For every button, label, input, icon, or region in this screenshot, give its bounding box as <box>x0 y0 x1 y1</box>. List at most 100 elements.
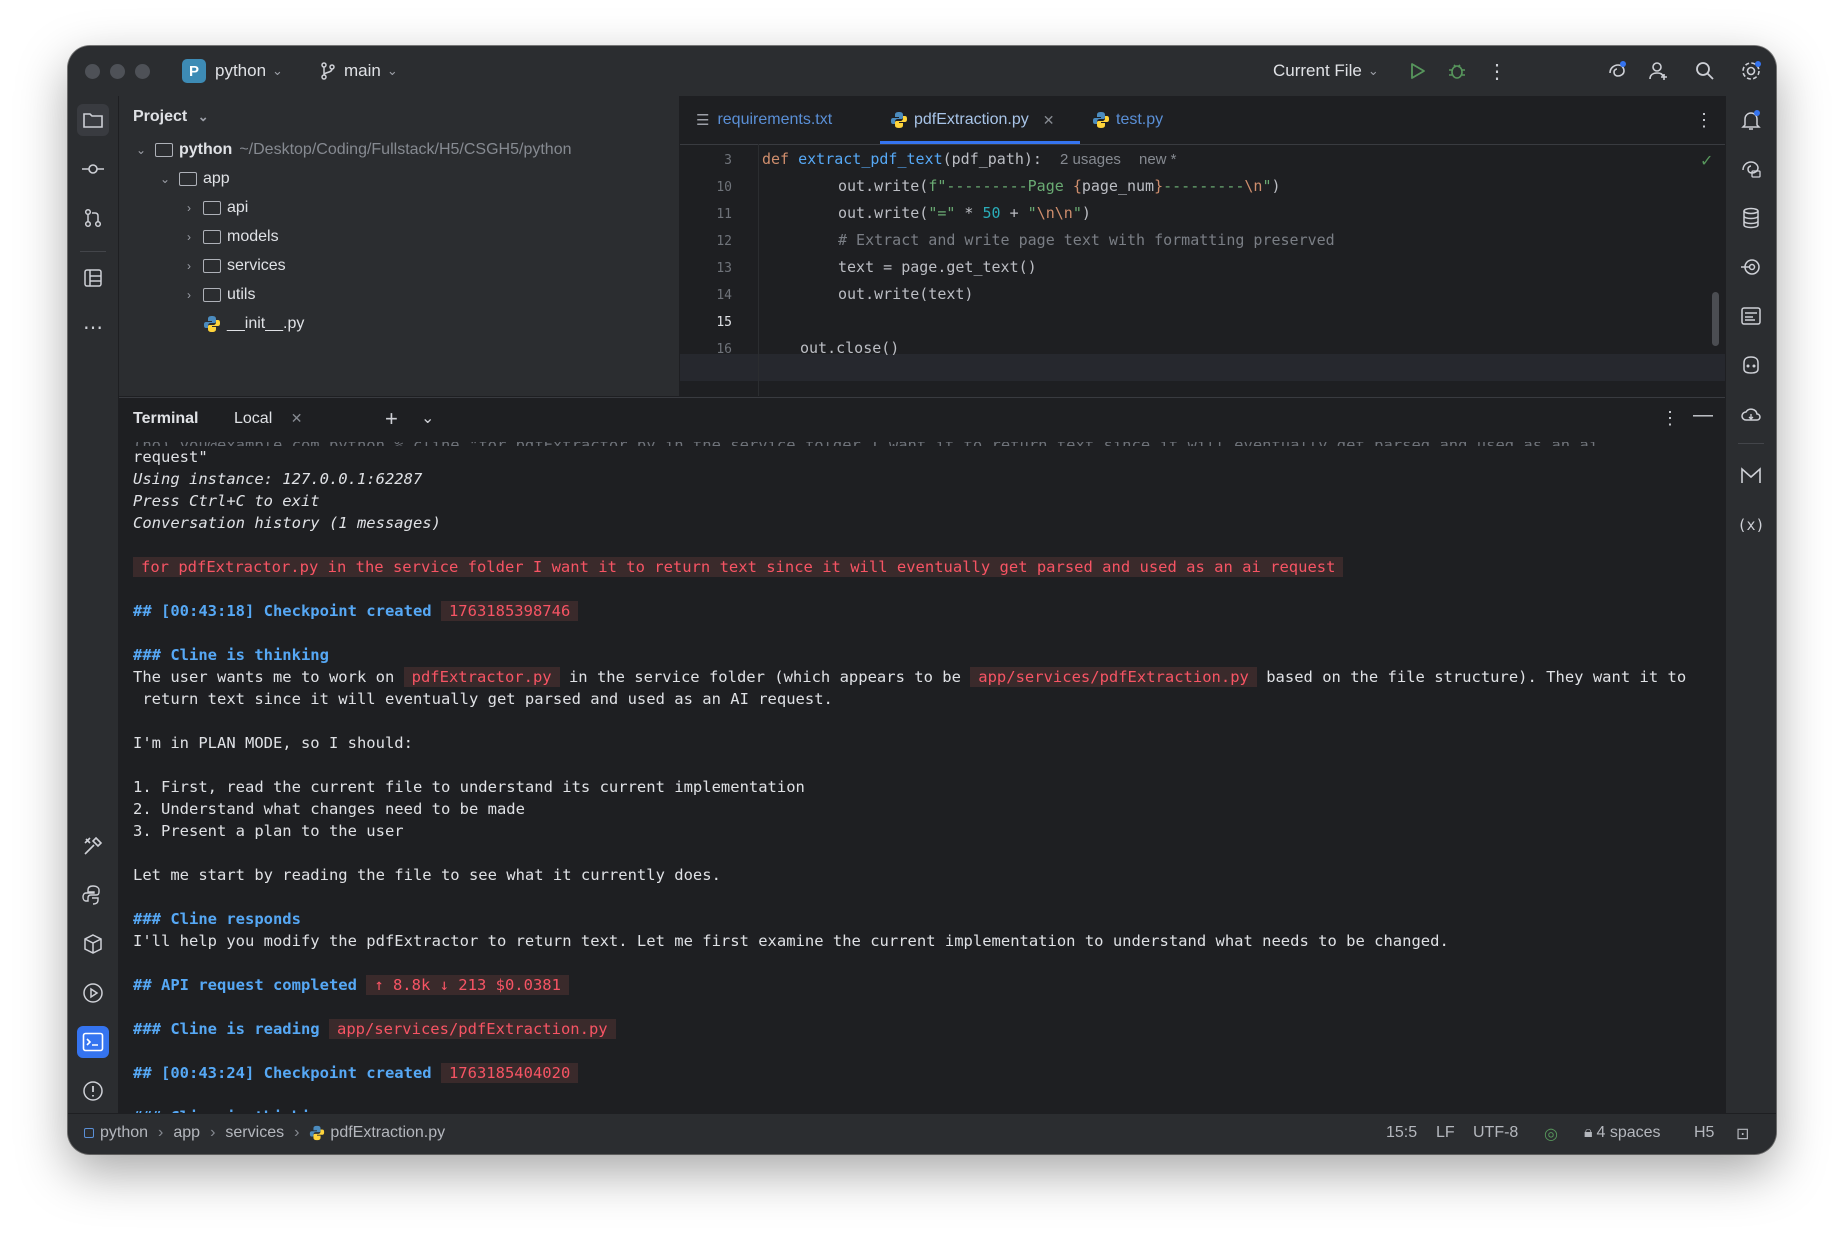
commit-tool-button[interactable] <box>77 153 109 185</box>
code-line-14[interactable]: out.write(text) <box>838 285 973 303</box>
search-icon[interactable] <box>1692 58 1718 84</box>
close-tab-icon[interactable]: ✕ <box>1043 112 1055 129</box>
breadcrumb-item[interactable]: pdfExtraction.py <box>330 1124 445 1142</box>
tab-requirements[interactable]: ☰ requirements.txt <box>696 96 832 144</box>
endpoints-button[interactable] <box>1735 251 1767 283</box>
project-panel-header[interactable]: Project ⌄ <box>133 108 209 126</box>
unlock-icon[interactable]: ⊡ <box>1736 1124 1749 1144</box>
tree-item-app[interactable]: ⌄ app <box>157 166 230 192</box>
folder-icon <box>203 288 221 302</box>
chevron-down-icon[interactable]: ⌄ <box>421 408 434 428</box>
clipped-line: (no) you@example.com python % cline "for… <box>133 442 1713 446</box>
tree-item-init[interactable]: __init__.py <box>203 311 304 337</box>
line-number: 3 <box>724 153 732 168</box>
tab-pdf-extraction[interactable]: pdfExtraction.py ✕ <box>890 96 1054 144</box>
sticky-def-line[interactable]: def extract_pdf_text(pdf_path): 2 usages… <box>762 150 1177 168</box>
project-badge: P <box>182 59 206 83</box>
variables-button[interactable]: (x) <box>1735 509 1767 541</box>
services-tool-button[interactable] <box>77 830 109 862</box>
editor-scrollbar[interactable] <box>1712 292 1719 346</box>
reading-line: ### Cline is reading app/services/pdfExt… <box>133 1018 616 1040</box>
copilot-button[interactable] <box>1735 349 1767 381</box>
project-tool-button[interactable] <box>77 104 109 136</box>
interpreter-label[interactable]: H5 <box>1694 1124 1714 1142</box>
ai-chat-button[interactable] <box>1735 153 1767 185</box>
status-bar: python › app › services › pdfExtraction.… <box>68 1113 1776 1154</box>
sciview-button[interactable] <box>1735 300 1767 332</box>
python-console-button[interactable] <box>77 879 109 911</box>
python-file-icon <box>1093 112 1109 128</box>
run-tool-button[interactable] <box>77 977 109 1009</box>
line-number: 11 <box>716 207 732 222</box>
tree-root[interactable]: ⌄ python ~/Desktop/Coding/Fullstack/H5/C… <box>133 137 572 163</box>
tab-options-icon[interactable]: ⋮ <box>1695 96 1713 144</box>
close-window-button[interactable] <box>85 64 100 79</box>
checkpoint-heading: ## [00:43:18] Checkpoint created <box>133 602 432 620</box>
chevron-down-icon: ⌄ <box>159 172 171 186</box>
project-selector[interactable]: P python ⌄ <box>182 58 283 84</box>
terminal-tool-button[interactable] <box>77 1026 109 1058</box>
close-tab-icon[interactable]: ✕ <box>291 410 303 426</box>
ai-status-icon[interactable]: ◎ <box>1544 1124 1558 1144</box>
code-line-10[interactable]: out.write(f"---------Page {page_num}----… <box>838 177 1281 195</box>
pull-requests-tool-button[interactable] <box>77 202 109 234</box>
cloud-button[interactable] <box>1735 398 1767 430</box>
more-actions-icon[interactable]: ⋮ <box>1484 58 1510 84</box>
run-config-selector[interactable]: Current File ⌄ <box>1273 58 1379 84</box>
terminal-output[interactable]: (no) you@example.com python % cline "for… <box>133 442 1713 1154</box>
tab-label: requirements.txt <box>717 111 833 128</box>
python-packages-button[interactable] <box>77 928 109 960</box>
code-line-11[interactable]: out.write("=" * 50 + "\n\n") <box>838 204 1091 222</box>
debug-button[interactable] <box>1444 58 1470 84</box>
ai-assistant-icon[interactable] <box>1604 58 1630 84</box>
tree-item-api[interactable]: › api <box>181 195 248 221</box>
term-line: Let me start by reading the file to see … <box>133 866 721 884</box>
new-terminal-icon[interactable]: + <box>385 406 398 432</box>
tree-item-models[interactable]: › models <box>181 224 279 250</box>
indent-setting[interactable]: 🔒︎ 4 spaces <box>1584 1124 1661 1142</box>
breadcrumb-item[interactable]: app <box>173 1124 200 1142</box>
settings-icon[interactable] <box>1738 58 1764 84</box>
file-encoding[interactable]: UTF-8 <box>1473 1124 1518 1142</box>
python-file-icon <box>891 112 907 128</box>
code-line-13[interactable]: text = page.get_text() <box>838 258 1037 276</box>
branch-selector[interactable]: main ⌄ <box>320 58 398 84</box>
tree-item-label: app <box>203 170 230 187</box>
code-line-16[interactable]: out.close() <box>800 339 899 357</box>
structure-tool-button[interactable] <box>77 262 109 294</box>
title-bar: P python ⌄ main ⌄ Current File ⌄ ⋮ <box>68 46 1776 97</box>
run-button[interactable] <box>1404 58 1430 84</box>
problems-tool-button[interactable] <box>77 1075 109 1107</box>
def-keyword: def <box>762 150 790 168</box>
tree-item-services[interactable]: › services <box>181 253 286 279</box>
add-user-icon[interactable] <box>1646 58 1672 84</box>
more-tools-icon[interactable]: ⋯ <box>77 311 109 343</box>
tab-test[interactable]: test.py <box>1092 96 1163 144</box>
api-line: ## API request completed ↑ 8.8k ↓ 213 $0… <box>133 974 569 996</box>
variables-icon: (x) <box>1737 516 1765 534</box>
zoom-window-button[interactable] <box>135 64 150 79</box>
tree-item-label: services <box>227 257 286 274</box>
minimize-panel-icon[interactable]: — <box>1693 404 1713 427</box>
terminal-tab-local[interactable]: Local ✕ <box>234 410 302 428</box>
markdown-button[interactable] <box>1735 460 1767 492</box>
checkpoint-id: 1763185398746 <box>440 601 579 621</box>
minimize-window-button[interactable] <box>110 64 125 79</box>
breadcrumb: python › app › services › pdfExtraction.… <box>84 1124 445 1142</box>
code-line-12[interactable]: # Extract and write page text with forma… <box>838 231 1335 249</box>
breadcrumb-item[interactable]: services <box>225 1124 284 1142</box>
line-separator[interactable]: LF <box>1436 1124 1455 1142</box>
term-line: 3. Present a plan to the user <box>133 822 404 840</box>
chevron-right-icon: › <box>187 201 191 215</box>
cursor-position[interactable]: 15:5 <box>1386 1124 1417 1142</box>
breadcrumb-item[interactable]: python <box>100 1124 148 1142</box>
chevron-down-icon: ⌄ <box>197 109 209 124</box>
folder-icon <box>83 113 103 128</box>
database-button[interactable] <box>1735 202 1767 234</box>
tree-root-name: python <box>179 141 233 158</box>
usages-hint[interactable]: 2 usages <box>1060 151 1121 168</box>
tree-item-utils[interactable]: › utils <box>181 282 255 308</box>
notifications-button[interactable] <box>1735 104 1767 136</box>
bug-icon <box>1449 64 1465 79</box>
terminal-options-icon[interactable]: ⋮ <box>1661 408 1679 429</box>
